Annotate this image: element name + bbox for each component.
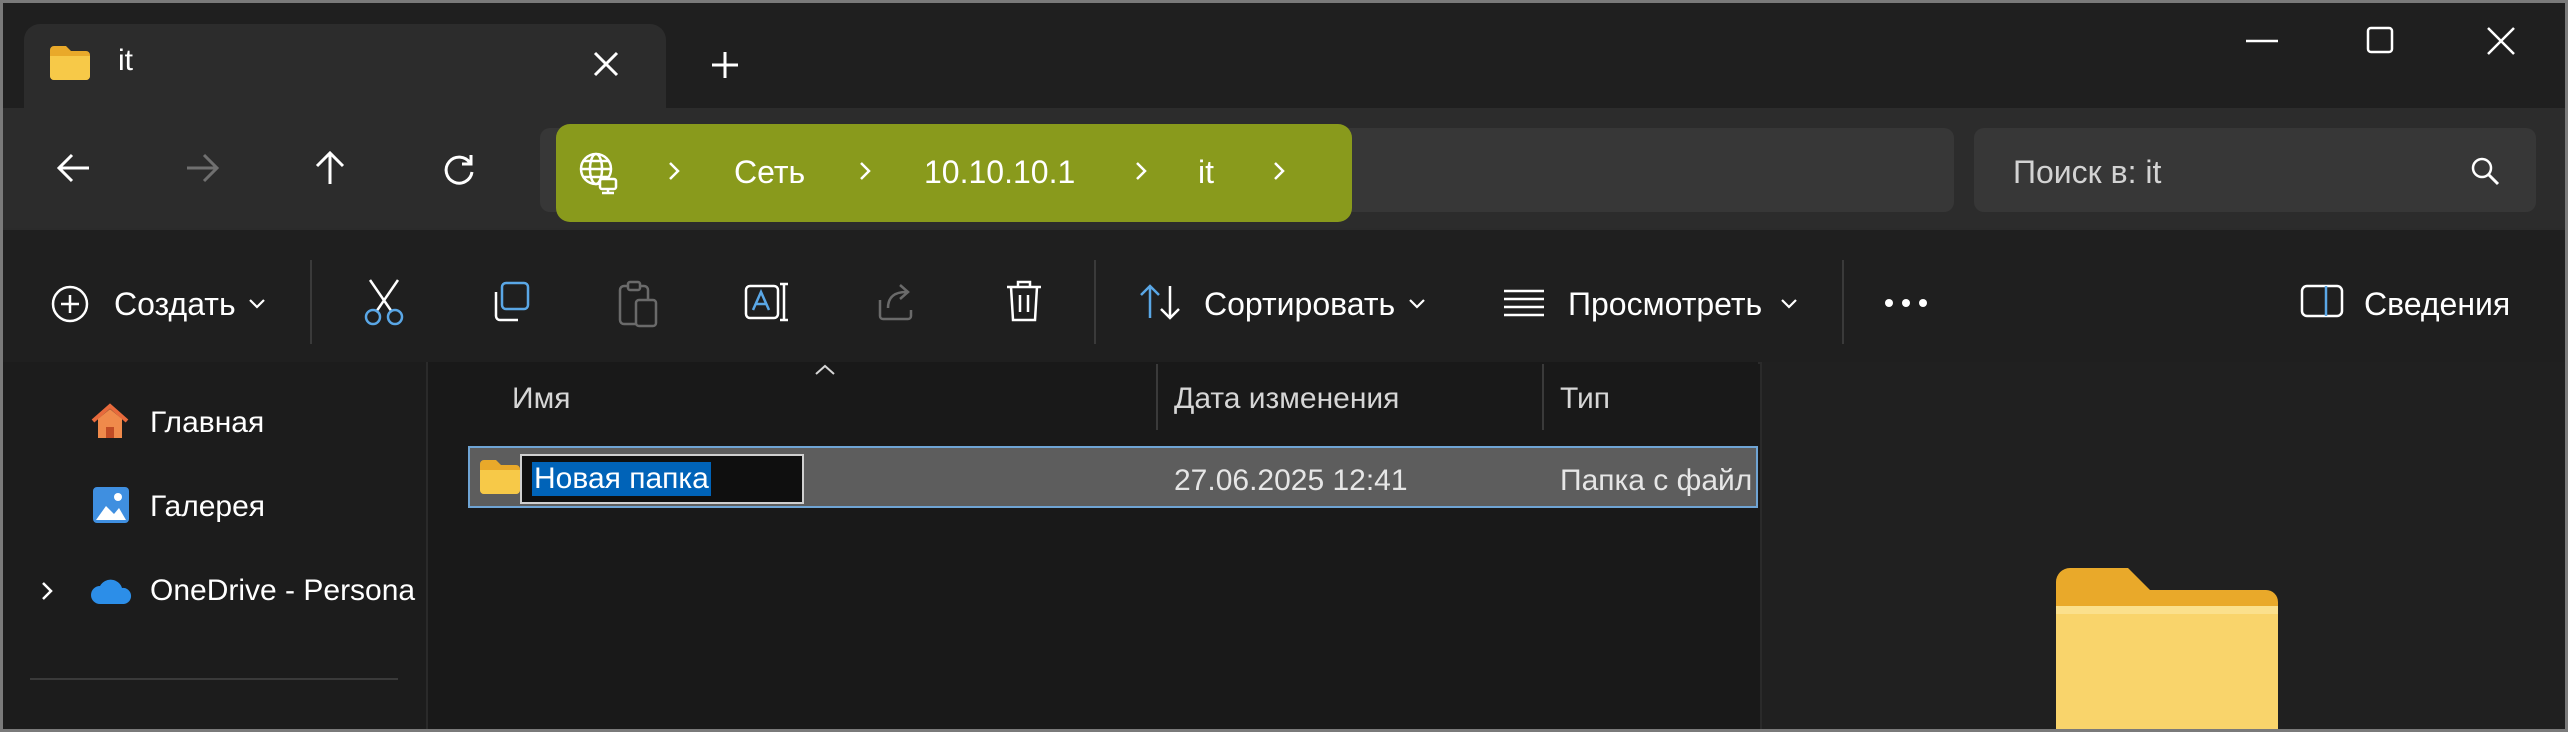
expand-chevron-icon[interactable] — [40, 580, 54, 602]
sidebar-item-gallery[interactable]: Галерея — [150, 490, 265, 524]
minimize-icon — [2246, 39, 2278, 43]
toolbar-divider — [310, 260, 312, 344]
breadcrumb-chevron-icon[interactable] — [1134, 160, 1148, 182]
sort-button-label[interactable]: Сортировать — [1204, 286, 1395, 323]
rename-field-text[interactable]: Новая папка — [532, 462, 711, 496]
chevron-down-icon[interactable] — [1780, 298, 1798, 310]
close-icon — [2486, 26, 2516, 56]
details-button-label[interactable]: Сведения — [2364, 286, 2510, 323]
new-tab-plus-icon[interactable] — [710, 50, 740, 80]
maximize-button[interactable] — [2330, 12, 2434, 68]
network-globe-icon[interactable] — [576, 151, 620, 195]
window-close-button[interactable] — [2450, 12, 2554, 68]
toolbar-divider — [1842, 260, 1844, 344]
paste-icon[interactable] — [616, 280, 660, 328]
breadcrumb-item-network[interactable]: Сеть — [734, 154, 805, 191]
tab-title: it — [118, 44, 133, 77]
plus-circle-icon — [50, 284, 90, 324]
column-separator[interactable] — [1542, 364, 1544, 430]
forward-arrow-icon[interactable] — [184, 150, 220, 186]
sort-icon[interactable] — [1138, 282, 1182, 322]
file-modified-date: 27.06.2025 12:41 — [1174, 464, 1408, 497]
chevron-down-icon[interactable] — [248, 298, 266, 310]
column-header-type[interactable]: Тип — [1560, 382, 1610, 416]
gallery-icon — [92, 486, 130, 524]
folder-icon — [478, 458, 522, 494]
large-folder-icon — [2054, 560, 2280, 732]
chevron-down-icon[interactable] — [1408, 298, 1426, 310]
copy-icon[interactable] — [488, 280, 532, 324]
create-button-label[interactable]: Создать — [114, 286, 236, 323]
column-header-name[interactable]: Имя — [512, 382, 570, 416]
details-pane-icon[interactable] — [2300, 284, 2344, 318]
breadcrumb-item-current[interactable]: it — [1198, 154, 1214, 191]
breadcrumb-item-host[interactable]: 10.10.10.1 — [924, 154, 1075, 191]
column-separator[interactable] — [1156, 364, 1158, 430]
sidebar-item-onedrive[interactable]: OneDrive - Persona — [150, 574, 422, 608]
folder-icon — [48, 44, 92, 80]
sidebar-item-home[interactable]: Главная — [150, 406, 264, 440]
view-icon[interactable] — [1502, 288, 1546, 317]
back-arrow-icon[interactable] — [56, 150, 92, 186]
refresh-icon[interactable] — [442, 152, 476, 186]
breadcrumb-chevron-icon[interactable] — [1272, 160, 1286, 182]
more-icon[interactable] — [1884, 298, 1928, 308]
toolbar-divider — [1094, 260, 1096, 344]
file-type: Папка с файл — [1560, 464, 1753, 497]
delete-icon[interactable] — [1004, 278, 1044, 324]
breadcrumb-chevron-icon[interactable] — [858, 160, 872, 182]
tab-close-icon[interactable] — [592, 50, 620, 78]
share-icon[interactable] — [876, 282, 918, 322]
breadcrumb-chevron-icon[interactable] — [667, 160, 681, 182]
search-input[interactable]: Поиск в: it — [2013, 154, 2161, 191]
file-list — [428, 362, 1758, 732]
cloud-icon — [90, 578, 134, 606]
rename-icon[interactable] — [744, 282, 790, 322]
up-arrow-icon[interactable] — [312, 150, 348, 186]
sidebar-divider — [30, 678, 398, 680]
view-button-label[interactable]: Просмотреть — [1568, 286, 1762, 323]
cut-icon[interactable] — [362, 278, 406, 326]
maximize-icon — [2366, 26, 2394, 54]
column-header-modified[interactable]: Дата изменения — [1174, 382, 1399, 416]
home-icon — [90, 402, 130, 442]
search-icon[interactable] — [2470, 156, 2500, 186]
sort-ascending-icon — [814, 364, 836, 376]
minimize-button[interactable] — [2210, 12, 2314, 68]
